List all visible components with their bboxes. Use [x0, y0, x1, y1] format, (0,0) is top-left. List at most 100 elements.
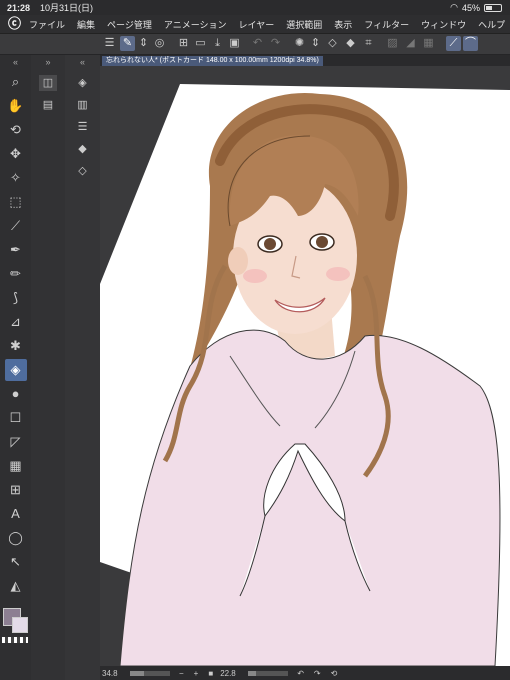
new-file-icon[interactable]: ⊞ [176, 36, 191, 51]
right-blush [326, 267, 350, 281]
angle-slider-fill [248, 670, 257, 676]
status-right: ◠ 45% [450, 2, 502, 13]
list-icon[interactable]: ☰ [74, 119, 92, 135]
pen-tool-icon[interactable]: ✎ [120, 36, 135, 51]
right-iris [316, 236, 328, 248]
eyedropper-icon[interactable]: ⟋ [5, 215, 27, 237]
rotate-right-icon[interactable]: ↷ [314, 669, 321, 678]
menu-bar: ⓒ ファイル 編集 ページ管理 アニメーション レイヤー 選択範囲 表示 フィル… [0, 15, 510, 34]
layers-icon[interactable]: ◫ [39, 75, 57, 91]
view-icon[interactable]: ◎ [152, 36, 167, 51]
hand-icon[interactable]: ✋ [5, 95, 27, 117]
hamburger-icon[interactable]: ☰ [102, 36, 117, 51]
zoom-slider-fill [130, 670, 144, 676]
redo-icon[interactable]: ↷ [268, 36, 283, 51]
command-bar: ☰ ✎ ⇕ ◎ ⊞ ▭ ⤓ ▣ ↶ ↷ ✺ ⇕ ◇ ◆ ⌗ ▨ ◢ ▦ ⟋ ⌒ [0, 34, 510, 55]
transform-icon[interactable]: ◇ [325, 36, 340, 51]
menu-edit[interactable]: 編集 [77, 18, 95, 31]
menu-filter[interactable]: フィルター [364, 18, 409, 31]
bucket-icon[interactable]: ◭ [5, 575, 27, 597]
canvas-area[interactable] [100, 66, 510, 666]
menu-window[interactable]: ウィンドウ [421, 18, 466, 31]
panel-icon[interactable]: ⊞ [5, 479, 27, 501]
stepper-icon[interactable]: ⇕ [308, 36, 323, 51]
brush-icon[interactable]: ⟆ [5, 287, 27, 309]
select-more-icon[interactable]: ▦ [421, 36, 436, 51]
property-panel-column: « ◈ ▥ ☰ ◆ ◇ [65, 55, 101, 680]
sub-color-swatch[interactable] [12, 617, 28, 633]
battery-icon [484, 3, 502, 12]
eraser-icon[interactable]: ◈ [4, 359, 27, 381]
document-tab-bar: 忘れられない人* (ポストカード 148.00 x 100.00mm 1200d… [100, 55, 510, 66]
left-iris [264, 238, 276, 250]
menu-animation[interactable]: アニメーション [164, 18, 227, 31]
menu-view[interactable]: 表示 [334, 18, 352, 31]
property-icon[interactable]: ▥ [74, 97, 92, 113]
undo-icon[interactable]: ↶ [250, 36, 265, 51]
zoom-slider[interactable] [130, 670, 170, 676]
navigator-bar: 34.8 − + ■ 22.8 ↶ ↷ ⟲ [100, 666, 510, 680]
menu-layer[interactable]: レイヤー [239, 18, 275, 31]
zoom-icon[interactable]: ⌕ [5, 71, 27, 93]
menu-page[interactable]: ページ管理 [107, 18, 152, 31]
panel-collapse[interactable]: » [31, 55, 65, 69]
fit-icon[interactable]: ■ [208, 669, 213, 678]
pointer-icon[interactable]: ↖ [5, 551, 27, 573]
rotate-left-icon[interactable]: ↶ [297, 669, 304, 678]
eraser-preset-icon[interactable]: ◈ [74, 75, 92, 91]
balloon-icon[interactable]: ◯ [5, 527, 27, 549]
angle-value[interactable]: 22.8 [220, 669, 244, 678]
rotate-icon[interactable]: ⟲ [5, 119, 27, 141]
zoom-out-icon[interactable]: − [179, 669, 184, 678]
pencil-icon[interactable]: ✏ [5, 263, 27, 285]
tool-palette: « ⌕ ✋ ⟲ ✥ ✧ ⬚ ⟋ ✒ ✏ ⟆ ⊿ ✱ ◈ ● ☐ ◸ ▦ ⊞ A … [0, 55, 32, 680]
wifi-icon: ◠ [450, 2, 458, 12]
menu-help[interactable]: ヘルプ [478, 18, 505, 31]
date: 10月31日(日) [40, 3, 94, 13]
eraser-hard-icon[interactable]: ◆ [74, 141, 92, 157]
zoom-in-icon[interactable]: + [194, 669, 199, 678]
battery-percent: 45% [461, 2, 480, 13]
eraser-soft-icon[interactable]: ◇ [74, 163, 92, 179]
fill-icon[interactable]: ◆ [343, 36, 358, 51]
crop-icon[interactable]: ⌗ [361, 36, 376, 51]
loading-icon[interactable]: ✺ [292, 36, 307, 51]
zoom-value[interactable]: 34.8 [102, 669, 126, 678]
menu-selection[interactable]: 選択範囲 [286, 18, 322, 31]
ruler-icon[interactable]: ◸ [5, 431, 27, 453]
reset-rotation-icon[interactable]: ⟲ [331, 669, 338, 678]
frame-icon[interactable]: ☐ [5, 407, 27, 429]
angle-slider[interactable] [248, 670, 289, 676]
text-icon[interactable]: A [5, 503, 27, 525]
move-icon[interactable]: ✥ [5, 143, 27, 165]
chevron-icon[interactable]: ⇕ [136, 36, 151, 51]
magic-wand-icon[interactable]: ✧ [5, 167, 27, 189]
fill-icon[interactable]: ● [5, 383, 27, 405]
pen-icon[interactable]: ✒ [5, 239, 27, 261]
smoothing-icon[interactable]: ⟋ [446, 36, 461, 51]
document-tab[interactable]: 忘れられない人* (ポストカード 148.00 x 100.00mm 1200d… [102, 56, 323, 66]
open-folder-icon[interactable]: ▭ [193, 36, 208, 51]
left-blush [243, 269, 267, 283]
clock: 21:28 [7, 2, 31, 13]
ios-status-bar: 21:28 10月31日(日) ◠ 45% [0, 0, 510, 15]
gradient-icon[interactable]: ▦ [5, 455, 27, 477]
blend-icon[interactable]: ✱ [5, 335, 27, 357]
clip-studio-logo-icon[interactable]: ⓒ [8, 17, 21, 31]
subtool-panel-column: » ◫ ▤ [31, 55, 66, 680]
battery-level [486, 5, 493, 10]
panel-expand[interactable]: « [65, 55, 100, 69]
subtool-list-icon[interactable]: ▤ [39, 97, 57, 113]
rail-header: « [12, 57, 18, 67]
transparent-color-swatch[interactable] [2, 637, 28, 643]
deselect-icon[interactable]: ▨ [385, 36, 400, 51]
left-ear [228, 247, 248, 275]
canvas-svg [100, 84, 510, 666]
brush-shape-icon[interactable]: ⌒ [463, 36, 478, 51]
invert-icon[interactable]: ◢ [403, 36, 418, 51]
export-icon[interactable]: ▣ [227, 36, 242, 51]
select-rect-icon[interactable]: ⬚ [5, 191, 27, 213]
airbrush-icon[interactable]: ⊿ [5, 311, 27, 333]
save-icon[interactable]: ⤓ [210, 36, 225, 51]
menu-file[interactable]: ファイル [29, 18, 65, 31]
